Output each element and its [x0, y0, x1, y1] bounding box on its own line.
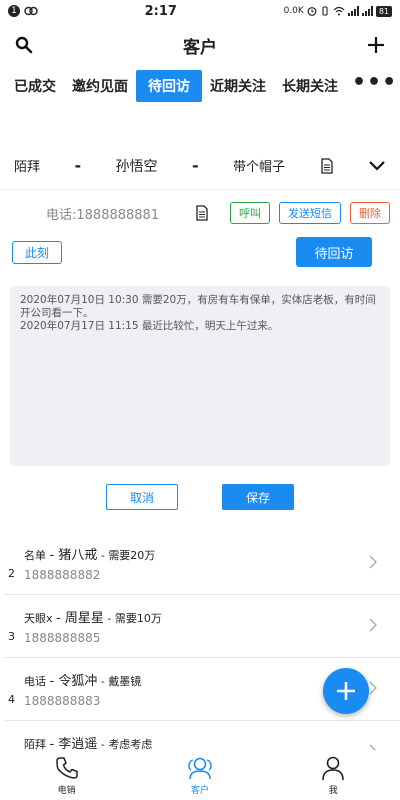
chevron-right-icon — [369, 681, 377, 695]
item-phone: 1888888882 — [24, 568, 101, 582]
plus-icon — [368, 37, 384, 53]
item-name: 周星星 — [64, 611, 104, 626]
separator: - — [74, 156, 82, 175]
tab-long-term-focus[interactable]: 长期关注 — [274, 70, 346, 102]
add-customer-fab[interactable] — [323, 668, 369, 714]
list-item[interactable]: 3 天眼x - 周星星 - 需要10万 1888888885 — [4, 595, 400, 658]
item-index: 4 — [8, 693, 15, 706]
followup-notes-textarea[interactable]: 2020年07月10日 10:30 需要20万，有房有车有保单，实体店老板，有时… — [10, 286, 390, 466]
item-source: 名单 — [24, 549, 46, 562]
item-body: 名单 - 猪八戒 - 需要20万 1888888882 — [20, 544, 400, 582]
item-index: 2 — [8, 567, 15, 580]
users-icon — [188, 757, 212, 779]
customer-source[interactable]: 陌拜 — [14, 156, 40, 175]
tab-pending-followup[interactable]: 待回访 — [136, 70, 202, 102]
item-note: 戴墨镜 — [108, 675, 142, 688]
alarm-icon — [307, 7, 317, 16]
status-left: 1 — [8, 5, 38, 17]
item-title: 天眼x - 周星星 - 需要10万 — [24, 611, 162, 626]
item-index: 3 — [8, 630, 15, 643]
status-pending-button[interactable]: 待回访 — [296, 237, 372, 267]
contact-row: 电话:1888888881 呼叫 发送短信 删除 — [0, 192, 400, 234]
cancel-button[interactable]: 取消 — [106, 484, 178, 510]
network-speed: 0.0K — [283, 6, 304, 16]
send-sms-button[interactable]: 发送短信 — [279, 202, 341, 224]
customer-phone: 电话:1888888881 — [46, 207, 160, 223]
vibrate-icon — [322, 6, 328, 16]
bottom-nav: 电销 客户 我 — [0, 750, 400, 800]
item-source: 电话 — [24, 675, 46, 688]
user-icon — [322, 756, 345, 780]
item-source: 天眼x — [24, 612, 53, 625]
customer-list: 2 名单 - 猪八戒 - 需要20万 1888888882 3 天眼x - 周星… — [0, 532, 400, 784]
signal-icon-2 — [361, 6, 373, 16]
more-tabs-button[interactable]: ••• — [346, 70, 400, 103]
status-right: 0.0K 81 — [283, 5, 392, 17]
nav-customers[interactable]: 客户 — [160, 755, 240, 796]
notification-badge: 1 — [8, 5, 20, 17]
now-button[interactable]: 此刻 — [12, 240, 63, 264]
item-phone: 1888888885 — [24, 631, 101, 645]
app-header: 客户 — [0, 22, 400, 68]
tab-closed[interactable]: 已成交 — [6, 70, 64, 102]
nav-label: 我 — [328, 785, 338, 796]
document-icon[interactable] — [195, 205, 209, 221]
tab-bar: 已成交 邀约见面 待回访 近期关注 长期关注 ••• — [0, 68, 400, 104]
nav-telesales[interactable]: 电销 — [27, 755, 107, 796]
tab-recent-focus[interactable]: 近期关注 — [202, 70, 274, 102]
item-name: 令狐冲 — [58, 674, 98, 689]
wifi-icon — [333, 6, 345, 16]
nav-label: 客户 — [190, 785, 209, 796]
call-button[interactable]: 呼叫 — [230, 202, 270, 224]
separator: - — [191, 156, 199, 175]
item-note: 需要20万 — [108, 549, 156, 562]
status-time: 2:17 — [144, 3, 177, 19]
nav-me[interactable]: 我 — [293, 755, 373, 796]
status-bar: 1 2:17 0.0K 81 — [0, 0, 400, 22]
nav-label: 电销 — [57, 785, 76, 796]
delete-button[interactable]: 删除 — [350, 202, 390, 224]
note-entry: 2020年07月10日 10:30 需要20万，有房有车有保单，实体店老板，有时… — [20, 294, 376, 319]
item-note: 需要10万 — [114, 612, 162, 625]
chevron-right-icon — [369, 555, 377, 569]
chevron-right-icon — [369, 618, 377, 632]
form-buttons: 取消 保存 — [0, 484, 400, 510]
search-button[interactable] — [12, 33, 36, 57]
document-icon[interactable] — [320, 157, 334, 174]
signal-icon — [347, 6, 359, 16]
plus-icon — [337, 682, 355, 700]
search-icon — [15, 36, 33, 54]
action-row: 此刻 待回访 — [0, 234, 400, 270]
tab-invited[interactable]: 邀约见面 — [64, 70, 136, 102]
note-entry: 2020年07月17日 11:15 最近比较忙，明天上午过来。 — [20, 320, 279, 332]
add-button[interactable] — [364, 33, 388, 57]
customer-name[interactable]: 孙悟空 — [116, 156, 158, 176]
phone-icon — [55, 756, 78, 779]
save-button[interactable]: 保存 — [222, 484, 294, 510]
page-title: 客户 — [183, 37, 217, 58]
item-body: 天眼x - 周星星 - 需要10万 1888888885 — [20, 607, 400, 645]
item-name: 猪八戒 — [58, 548, 98, 563]
list-item[interactable]: 2 名单 - 猪八戒 - 需要20万 1888888882 — [4, 532, 400, 595]
battery-indicator: 81 — [375, 5, 392, 17]
chevron-down-icon[interactable] — [368, 160, 386, 172]
customer-trait[interactable]: 带个帽子 — [233, 156, 285, 175]
customer-detail-header: 陌拜 - 孙悟空 - 带个帽子 — [0, 142, 400, 190]
item-title: 名单 - 猪八戒 - 需要20万 — [24, 548, 156, 563]
link-icon — [24, 6, 38, 16]
